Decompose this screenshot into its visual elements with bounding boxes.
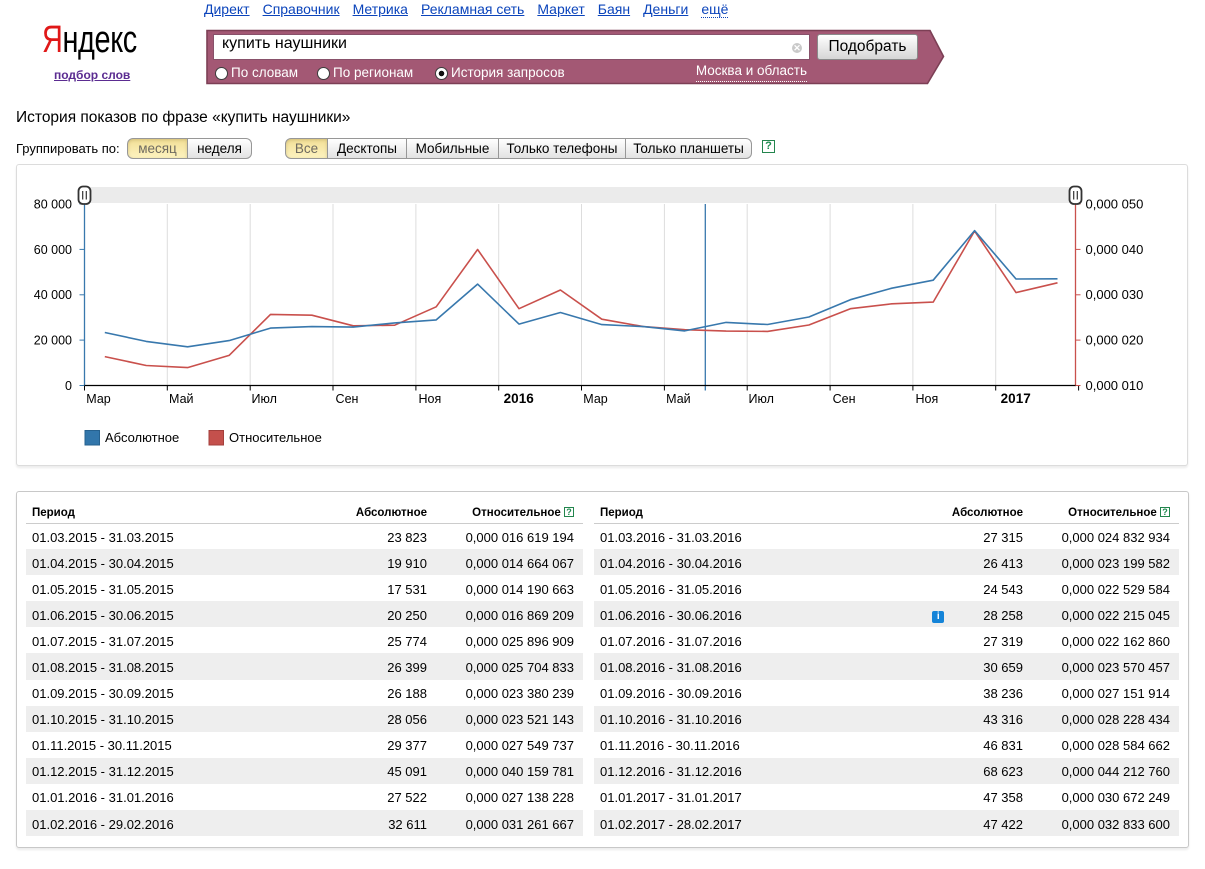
svg-text:Май: Май (666, 392, 691, 406)
svg-text:Июл: Июл (252, 392, 277, 406)
svg-text:2016: 2016 (504, 391, 535, 406)
svg-text:0,000 010: 0,000 010 (1086, 378, 1144, 393)
svg-text:80 000: 80 000 (34, 198, 72, 212)
svg-text:Относительное: Относительное (229, 430, 322, 445)
svg-text:Июл: Июл (749, 392, 774, 406)
svg-text:Абсолютное: Абсолютное (105, 430, 179, 445)
svg-text:Мар: Мар (86, 392, 111, 406)
svg-text:Сен: Сен (833, 392, 856, 406)
svg-text:Сен: Сен (336, 392, 359, 406)
svg-text:0,000 030: 0,000 030 (1086, 287, 1144, 302)
svg-text:Мар: Мар (583, 392, 608, 406)
svg-text:0,000 040: 0,000 040 (1086, 242, 1144, 257)
svg-text:Ноя: Ноя (916, 392, 939, 406)
svg-text:60 000: 60 000 (34, 243, 72, 257)
svg-text:40 000: 40 000 (34, 288, 72, 302)
svg-text:2017: 2017 (1001, 391, 1031, 406)
svg-text:20 000: 20 000 (34, 334, 72, 348)
svg-text:Май: Май (169, 392, 194, 406)
svg-text:Ноя: Ноя (419, 392, 442, 406)
svg-text:0,000 050: 0,000 050 (1086, 197, 1144, 212)
svg-text:0: 0 (65, 379, 72, 393)
svg-text:0,000 020: 0,000 020 (1086, 333, 1144, 348)
